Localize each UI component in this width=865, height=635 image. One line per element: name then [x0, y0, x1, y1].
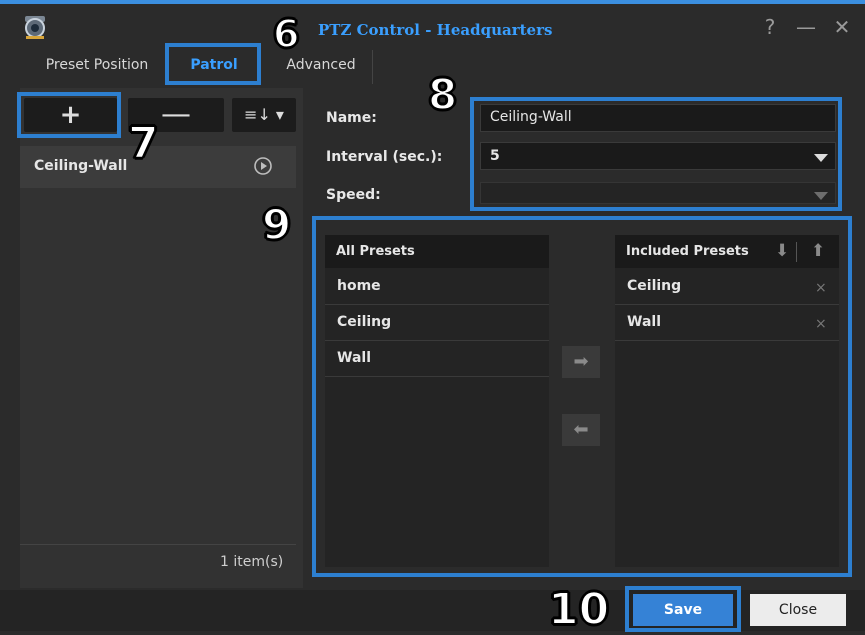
- name-label: Name:: [326, 110, 377, 126]
- highlight-box-form: [470, 97, 842, 211]
- highlight-box-presets: [312, 216, 852, 577]
- patrol-item-label: Ceiling-Wall: [34, 158, 128, 174]
- close-button[interactable]: Close: [750, 594, 846, 626]
- sort-menu-button[interactable]: ≡↓ ▾: [232, 98, 296, 132]
- callout-8: 8: [427, 69, 458, 120]
- callout-6: 6: [272, 11, 300, 57]
- play-icon[interactable]: [253, 156, 273, 176]
- camera-app-icon: [22, 14, 48, 40]
- divider: [20, 544, 296, 545]
- callout-10: 10: [547, 583, 610, 635]
- accent-line: [0, 0, 865, 4]
- callout-9: 9: [261, 199, 292, 250]
- item-count: 1 item(s): [220, 554, 284, 570]
- close-window-button[interactable]: ✕: [827, 12, 857, 42]
- callout-7: 7: [127, 117, 160, 170]
- help-button[interactable]: ?: [755, 12, 785, 42]
- tab-patrol[interactable]: Patrol: [174, 50, 254, 84]
- speed-label: Speed:: [326, 187, 381, 203]
- interval-label: Interval (sec.):: [326, 149, 443, 165]
- highlight-box-add: [17, 92, 121, 138]
- tab-preset-position[interactable]: Preset Position: [26, 50, 169, 84]
- window-title: PTZ Control - Headquarters: [318, 21, 553, 39]
- minimize-button[interactable]: —: [791, 12, 821, 42]
- highlight-box-save: [625, 586, 741, 632]
